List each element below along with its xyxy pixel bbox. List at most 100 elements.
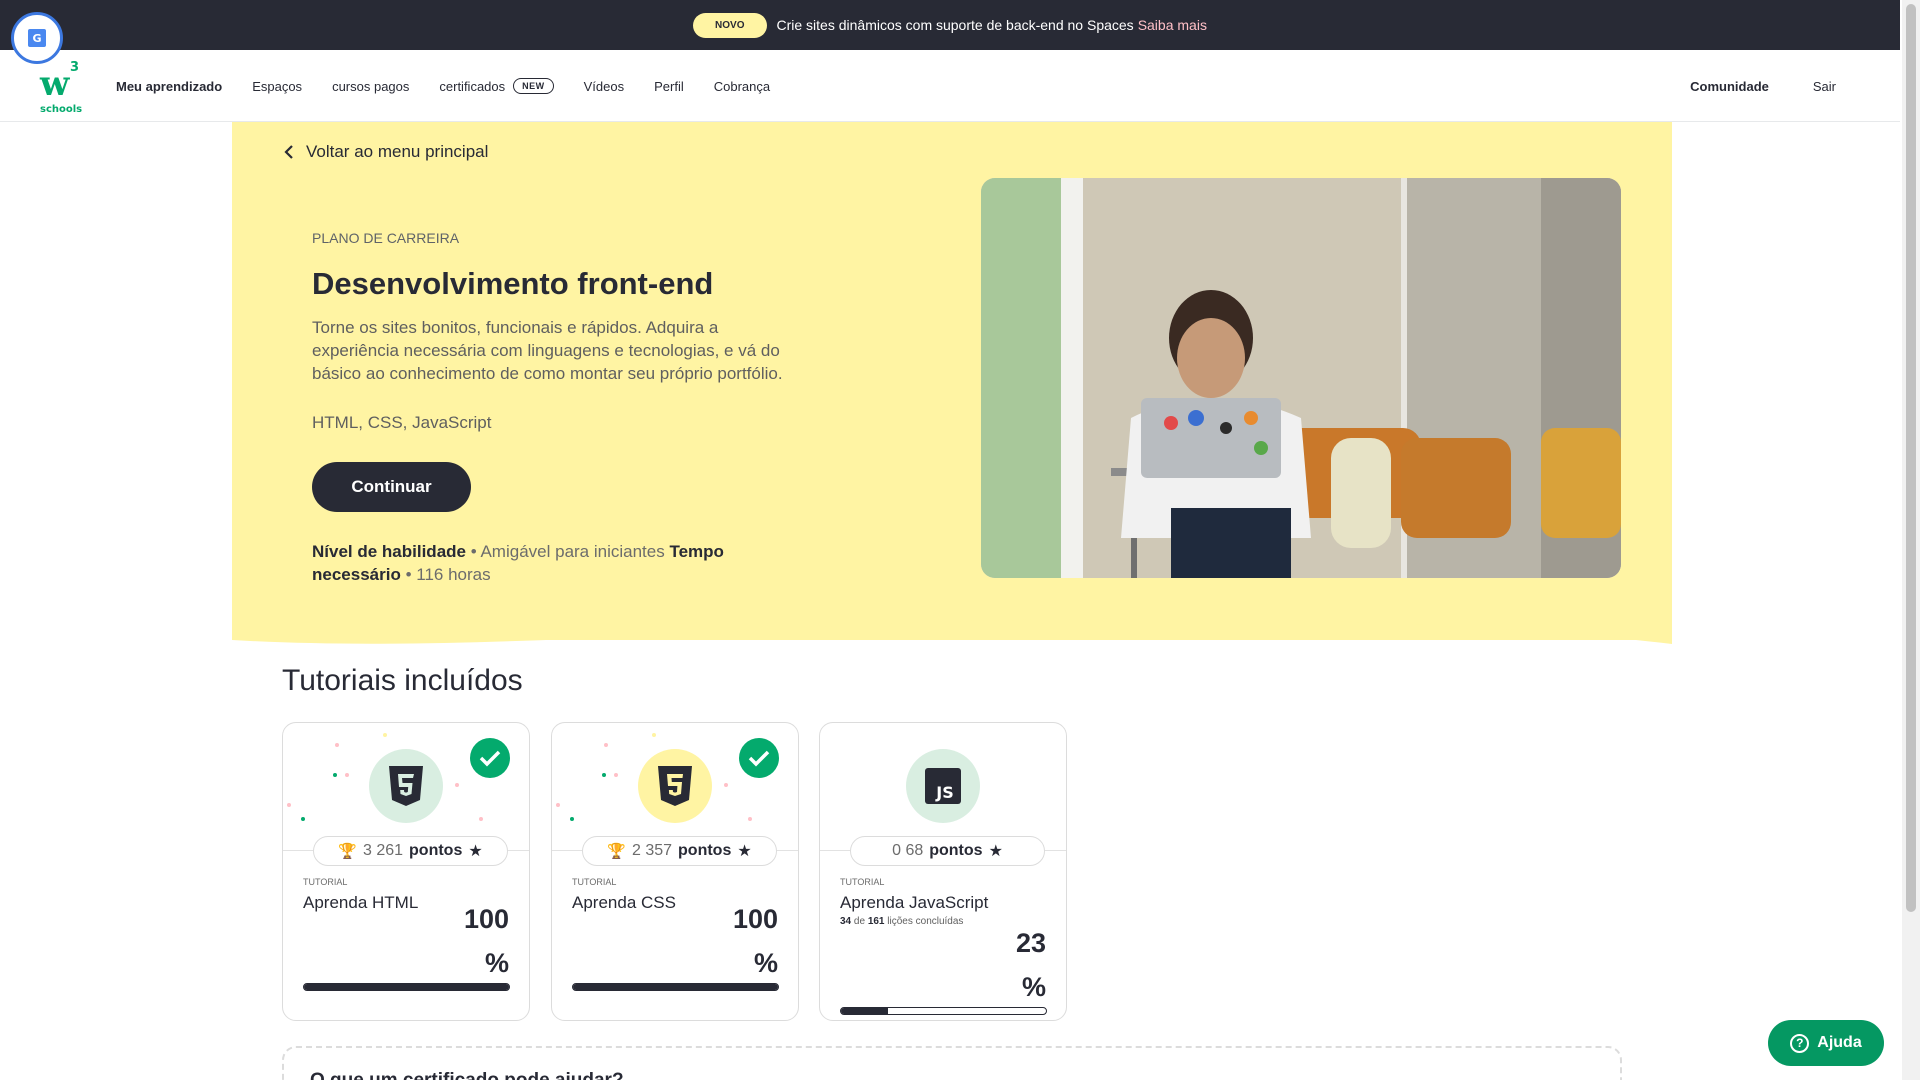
confetti-dot	[301, 817, 305, 821]
points-label: pontos	[678, 842, 732, 859]
nav-link-spaces[interactable]: Espaços	[252, 79, 302, 94]
nav-link-videos[interactable]: Vídeos	[584, 79, 624, 94]
percent-sign: %	[1021, 972, 1046, 1002]
nav-right: Comunidade Sair	[1690, 50, 1836, 122]
certificate-question: O que um certificado pode ajudar?	[310, 1070, 624, 1080]
completed-check-icon	[470, 738, 510, 778]
nav-link-paid-courses[interactable]: cursos pagos	[332, 79, 409, 94]
nav-link-my-learning[interactable]: Meu aprendizado	[116, 79, 222, 94]
hero-photo	[981, 178, 1621, 578]
translate-icon[interactable]: G	[11, 12, 63, 64]
nav-link-certificates[interactable]: certificados NEW	[439, 78, 554, 94]
new-pill: NOVO	[693, 12, 767, 38]
confetti-dot	[748, 817, 752, 821]
progress-percent: 100%	[733, 897, 778, 985]
points-pill: 🏆 3 261 pontos ★	[313, 836, 508, 866]
career-plan-kicker: PLANO DE CARREIRA	[312, 230, 460, 246]
hero-wave	[232, 612, 1672, 644]
percent-value: 100	[732, 904, 778, 934]
points-label: pontos	[929, 842, 983, 859]
percent-value: 23	[1015, 928, 1046, 958]
confetti-dot	[614, 773, 618, 777]
banner-learn-more-link[interactable]: Saiba mais	[1138, 17, 1207, 33]
trophy-icon: 🏆	[338, 843, 357, 860]
points-value: 0 68	[892, 842, 924, 859]
lessons-completed: 34 de 161 lições concluídas	[840, 916, 963, 927]
banner-message: Crie sites dinâmicos com suporte de back…	[776, 17, 1134, 33]
completed-check-icon	[739, 738, 779, 778]
question-icon: ?	[1790, 1033, 1810, 1053]
card-kind: TUTORIAL	[840, 877, 885, 887]
top-nav: w 3 schools Meu aprendizado Espaços curs…	[0, 50, 1900, 122]
css3-icon	[638, 749, 712, 823]
confetti-dot	[570, 817, 574, 821]
confetti-dot	[556, 803, 560, 807]
scrollbar-thumb[interactable]	[1906, 4, 1916, 912]
tutorial-name: Aprenda JavaScript	[840, 893, 989, 912]
top-banner: NOVO Crie sites dinâmicos com suporte de…	[0, 0, 1900, 50]
nav-link-certificates-label: certificados	[439, 78, 506, 94]
logo-text: schools	[40, 104, 83, 115]
confetti-dot	[479, 817, 483, 821]
star-icon: ★	[988, 843, 1003, 860]
confetti-dot	[335, 743, 339, 747]
skill-value: Amigável para iniciantes	[480, 542, 665, 561]
confetti-dot	[652, 733, 656, 737]
star-icon: ★	[468, 843, 483, 860]
confetti-dot	[455, 783, 459, 787]
path-description: Torne os sites bonitos, funcionais e ráp…	[312, 318, 783, 383]
back-to-menu-link[interactable]: Voltar ao menu principal	[284, 142, 488, 162]
confetti-dot	[345, 773, 349, 777]
logo-sup: 3	[70, 60, 80, 75]
confetti-dot	[604, 743, 608, 747]
w3schools-logo[interactable]: w 3 schools	[36, 60, 88, 115]
js-icon: JS	[906, 749, 980, 823]
logo-mark: w	[40, 64, 69, 104]
time-value: 116 horas	[416, 565, 491, 584]
percent-sign: %	[484, 948, 509, 978]
tutorial-card-css[interactable]: 🏆 2 357 pontos ★ TUTORIAL Aprenda CSS 10…	[551, 722, 799, 1021]
html5-icon	[369, 749, 443, 823]
tutorial-card-html[interactable]: 🏆 3 261 pontos ★ TUTORIAL Aprenda HTML 1…	[282, 722, 530, 1021]
chevron-left-icon	[284, 145, 293, 159]
points-value: 2 357	[631, 842, 673, 859]
tutorial-name: Aprenda HTML	[303, 893, 419, 912]
points-label: pontos	[409, 842, 463, 859]
progress-percent: 100%	[464, 897, 509, 985]
card-kind: TUTORIAL	[303, 877, 348, 887]
help-button[interactable]: ? Ajuda	[1768, 1020, 1884, 1066]
progress-bar	[572, 983, 779, 991]
card-kind: TUTORIAL	[572, 877, 617, 887]
nav-link-billing[interactable]: Cobrança	[714, 79, 770, 94]
tutorials-section-title: Tutoriais incluídos	[282, 664, 523, 697]
confetti-dot	[287, 803, 291, 807]
tutorial-card-javascript[interactable]: JS 0 68 pontos ★ TUTORIAL Aprenda JavaSc…	[819, 722, 1067, 1021]
progress-fill	[573, 984, 778, 990]
progress-percent: 23%	[1016, 921, 1046, 1009]
help-label: Ajuda	[1817, 1034, 1862, 1051]
community-link[interactable]: Comunidade	[1690, 79, 1769, 94]
new-badge: NEW	[513, 78, 554, 94]
nav-link-profile[interactable]: Perfil	[654, 79, 684, 94]
confetti-dot	[602, 773, 606, 777]
points-pill: 0 68 pontos ★	[850, 836, 1045, 866]
tech-list: HTML, CSS, JavaScript	[312, 413, 492, 432]
confetti-dot	[724, 783, 728, 787]
page-scrollbar[interactable]	[1902, 0, 1920, 1080]
progress-bar	[303, 983, 510, 991]
tutorial-name: Aprenda CSS	[572, 893, 676, 912]
star-icon: ★	[737, 843, 752, 860]
page-title: Desenvolvimento front-end	[312, 266, 714, 301]
nav-links: Meu aprendizado Espaços cursos pagos cer…	[116, 50, 770, 122]
lessons-done: 34	[840, 916, 852, 927]
lessons-of: de	[853, 916, 866, 927]
progress-fill	[304, 984, 509, 990]
lessons-total: 161	[867, 916, 885, 927]
logout-link[interactable]: Sair	[1813, 79, 1836, 94]
svg-text:JS: JS	[935, 783, 953, 802]
continue-button[interactable]: Continuar	[312, 462, 471, 512]
path-meta: Nível de habilidade • Amigável para inic…	[312, 542, 724, 584]
confetti-dot	[333, 773, 337, 777]
lessons-text: lições concluídas	[887, 916, 964, 927]
percent-sign: %	[753, 948, 778, 978]
